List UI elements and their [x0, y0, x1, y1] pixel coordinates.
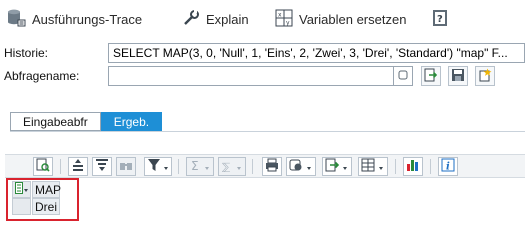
sort-descending-icon [95, 158, 109, 175]
table-cell[interactable]: Drei [32, 198, 60, 215]
details-magnifier-icon [36, 158, 50, 175]
print-preview-button[interactable] [262, 157, 282, 176]
info-icon: i [441, 158, 455, 175]
query-name-label: Abfragename: [4, 69, 80, 83]
wrench-icon [182, 9, 200, 30]
total-button[interactable]: Σ [186, 157, 214, 176]
select-all-cell[interactable] [12, 181, 31, 198]
toolbar-separator [60, 159, 61, 174]
tab-input-query[interactable]: Eingabeabfr [10, 112, 101, 131]
help-book-icon: ? [432, 9, 448, 30]
history-field[interactable]: SELECT MAP(3, 0, 'Null', 1, 'Eins', 2, '… [108, 43, 525, 63]
sum-sigma-icon: Σ [189, 158, 211, 175]
bar-chart-icon [406, 158, 420, 175]
views-icon [289, 158, 313, 175]
details-button[interactable] [33, 157, 53, 176]
layout-table-icon [361, 158, 385, 175]
tab-results[interactable]: Ergeb. [100, 112, 163, 131]
sort-ascending-button[interactable] [68, 157, 88, 176]
replace-variables-label: Variablen ersetzen [299, 11, 407, 27]
filter-button[interactable] [144, 157, 172, 176]
save-disk-icon [451, 68, 465, 85]
toolbar-separator [430, 159, 431, 174]
explain-button[interactable]: Explain [182, 8, 249, 30]
find-button[interactable] [116, 157, 136, 176]
top-toolbar: Ausführungs-Trace Explain x y Variablen … [0, 0, 525, 38]
svg-text:⅀: ⅀ [222, 162, 230, 172]
query-name-field[interactable] [108, 66, 406, 86]
favorite-query-button[interactable] [475, 66, 495, 86]
column-header-map[interactable]: MAP [32, 181, 61, 198]
filter-funnel-icon [147, 158, 169, 175]
svg-text:i: i [446, 162, 450, 173]
svg-text:x: x [278, 11, 282, 18]
printer-icon [265, 158, 279, 175]
toolbar-separator [395, 159, 396, 174]
subtotal-icon: ⅀ [221, 158, 243, 175]
explain-label: Explain [206, 11, 249, 27]
load-query-button[interactable] [421, 66, 441, 86]
replace-variables-button[interactable]: x y Variablen ersetzen [275, 8, 406, 30]
subtotal-button[interactable]: ⅀ [218, 157, 246, 176]
variables-grid-icon: x y [275, 9, 293, 30]
star-document-icon [478, 68, 492, 85]
load-arrow-icon [424, 68, 438, 85]
export-button[interactable] [322, 157, 352, 176]
sort-descending-button[interactable] [92, 157, 112, 176]
svg-text:y: y [286, 19, 290, 26]
query-form: Historie: SELECT MAP(3, 0, 'Null', 1, 'E… [0, 42, 525, 90]
row-selector[interactable] [12, 198, 31, 215]
svg-text:Σ: Σ [191, 159, 199, 172]
execution-trace-label: Ausführungs-Trace [32, 11, 143, 27]
save-query-button[interactable] [448, 66, 468, 86]
layout-button[interactable] [358, 157, 388, 176]
dropdown-toggle-button[interactable] [393, 66, 413, 86]
history-label: Historie: [4, 46, 49, 60]
execution-trace-button[interactable]: Ausführungs-Trace [6, 8, 142, 30]
binoculars-icon [119, 158, 133, 175]
views-button[interactable] [286, 157, 316, 176]
toolbar-separator [178, 159, 179, 174]
export-icon [325, 158, 349, 175]
information-button[interactable]: i [438, 157, 458, 176]
dropdown-square-icon [398, 69, 408, 83]
svg-text:?: ? [437, 14, 443, 25]
result-tabs: Eingabeabfr Ergeb. [10, 112, 163, 132]
grid-toolbar: Σ ⅀ i [5, 154, 525, 178]
help-button[interactable]: ? [432, 8, 448, 30]
tab-divider [10, 131, 525, 132]
sort-ascending-icon [71, 158, 85, 175]
toolbar-separator [252, 159, 253, 174]
graphic-button[interactable] [403, 157, 423, 176]
select-all-icon [14, 182, 29, 197]
database-trace-icon [6, 9, 26, 30]
